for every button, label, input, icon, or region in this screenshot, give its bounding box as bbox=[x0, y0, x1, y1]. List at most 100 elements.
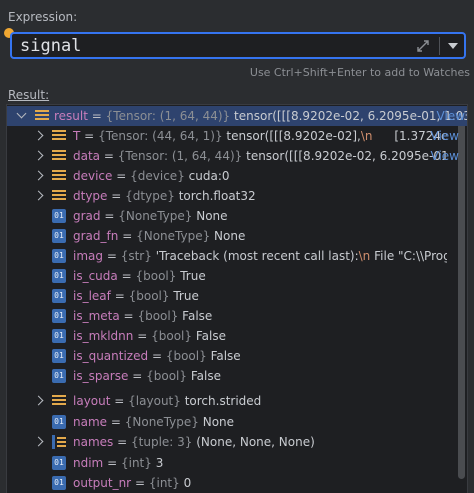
list-icon bbox=[52, 395, 66, 409]
tree-row-names[interactable]: names = {tuple: 3} (None, None, None) bbox=[7, 432, 447, 452]
var-value: torch.float32 bbox=[178, 189, 256, 203]
list-icon bbox=[35, 110, 49, 124]
var-value: True bbox=[173, 289, 199, 303]
equals: = bbox=[116, 169, 127, 183]
var-value: tensor([[[8.9202e-02, 6.2095e-01, 1.0333… bbox=[234, 109, 467, 123]
tree-row-device[interactable]: device = {device} cuda:0 bbox=[7, 166, 447, 186]
dropdown-separator bbox=[439, 37, 440, 55]
chevron-right-icon[interactable] bbox=[33, 436, 44, 447]
equals: = bbox=[151, 349, 162, 363]
tree-row-grad-fn[interactable]: 01 grad_fn = {NoneType} None bbox=[7, 226, 447, 246]
var-name: dtype bbox=[73, 189, 108, 203]
var-type: {NoneType} bbox=[118, 209, 193, 223]
var-type: {layout} bbox=[128, 394, 181, 408]
chevron-right-icon[interactable] bbox=[33, 170, 44, 181]
var-value: True bbox=[180, 269, 206, 283]
watches-hint: Use Ctrl+Shift+Enter to add to Watches bbox=[249, 66, 470, 79]
list-icon bbox=[52, 150, 66, 164]
tree-row-dtype[interactable]: dtype = {dtype} torch.float32 bbox=[7, 186, 447, 206]
equals: = bbox=[107, 456, 118, 470]
tree-row-is-sparse[interactable]: 01 is_sparse = {bool} False bbox=[7, 366, 447, 386]
var-type: {Tensor: (44, 64, 1)} bbox=[98, 129, 223, 143]
equals: = bbox=[104, 209, 115, 223]
primitive-01-icon: 01 bbox=[52, 249, 66, 263]
tree-row-T[interactable]: T = {Tensor: (44, 64, 1)} tensor([[[8.92… bbox=[7, 126, 447, 146]
view-link[interactable]: View bbox=[437, 106, 465, 126]
equals: = bbox=[91, 109, 102, 123]
primitive-01-icon: 01 bbox=[52, 456, 66, 470]
chevron-down-icon[interactable] bbox=[16, 108, 27, 119]
var-type: {NoneType} bbox=[124, 415, 199, 429]
var-value: 0 bbox=[183, 476, 192, 490]
var-value: tensor([[[8.9202e-02, 6.2095e-01, 1.0333 bbox=[246, 149, 447, 163]
tree-row-is-leaf[interactable]: 01 is_leaf = {bool} True bbox=[7, 286, 447, 306]
expand-icon[interactable] bbox=[416, 39, 430, 53]
primitive-01-icon: 01 bbox=[52, 415, 66, 429]
var-name: data bbox=[73, 149, 101, 163]
var-value: tensor([[[8.9202e-02], bbox=[226, 129, 361, 143]
equals: = bbox=[132, 369, 143, 383]
tree-row-ndim[interactable]: 01 ndim = {int} 3 bbox=[7, 453, 447, 473]
tree-row-data[interactable]: data = {Tensor: (1, 64, 44)} tensor([[[8… bbox=[7, 146, 447, 166]
var-name: names bbox=[73, 435, 114, 449]
primitive-01-icon: 01 bbox=[52, 229, 66, 243]
var-type: {dtype} bbox=[125, 189, 175, 203]
var-type: {int} bbox=[120, 456, 152, 470]
var-value-cont: File "C:\\Program... bbox=[374, 249, 447, 263]
equals: = bbox=[84, 129, 95, 143]
primitive-01-icon: 01 bbox=[52, 329, 66, 343]
tree-row-result[interactable]: result = {Tensor: (1, 64, 44)} tensor([[… bbox=[7, 106, 467, 126]
tree-row-is-meta[interactable]: 01 is_meta = {bool} False bbox=[7, 306, 447, 326]
chevron-right-icon[interactable] bbox=[33, 130, 44, 141]
var-type: {NoneType} bbox=[136, 229, 211, 243]
var-type: {bool} bbox=[146, 369, 188, 383]
tree-row-layout[interactable]: layout = {layout} torch.strided bbox=[7, 391, 447, 411]
var-value: None bbox=[196, 209, 228, 223]
var-name: is_leaf bbox=[73, 289, 111, 303]
var-name: result bbox=[54, 109, 88, 123]
tuple-icon bbox=[52, 435, 66, 449]
var-name: is_sparse bbox=[73, 369, 129, 383]
var-value: False bbox=[182, 309, 213, 323]
tree-row-imag[interactable]: 01 imag = {str} 'Traceback (most recent … bbox=[7, 246, 447, 266]
var-type: {device} bbox=[130, 169, 185, 183]
equals: = bbox=[110, 415, 121, 429]
var-type: {Tensor: (1, 64, 44)} bbox=[105, 109, 231, 123]
vertical-scrollbar[interactable] bbox=[458, 107, 465, 479]
tree-row-is-mkldnn[interactable]: 01 is_mkldnn = {bool} False bbox=[7, 326, 447, 346]
chevron-right-icon[interactable] bbox=[33, 190, 44, 201]
result-tree[interactable]: result = {Tensor: (1, 64, 44)} tensor([[… bbox=[6, 104, 468, 493]
equals: = bbox=[134, 476, 146, 490]
var-type: {bool} bbox=[128, 289, 170, 303]
tree-row-output-nr[interactable]: 01 output_nr = {int} 0 bbox=[7, 473, 447, 493]
chevron-right-icon[interactable] bbox=[33, 150, 44, 161]
list-icon bbox=[52, 170, 66, 184]
var-name: name bbox=[73, 415, 108, 429]
tree-row-is-cuda[interactable]: 01 is_cuda = {bool} True bbox=[7, 266, 447, 286]
equals: = bbox=[137, 329, 148, 343]
var-name: is_cuda bbox=[73, 269, 118, 283]
equals: = bbox=[122, 229, 133, 243]
var-value: torch.strided bbox=[184, 394, 262, 408]
var-name: T bbox=[73, 129, 81, 143]
var-value: cuda:0 bbox=[188, 169, 230, 183]
expression-text[interactable]: signal bbox=[20, 36, 81, 56]
var-name: ndim bbox=[73, 456, 104, 470]
view-link[interactable]: View bbox=[431, 126, 459, 146]
var-value: False bbox=[210, 349, 241, 363]
equals: = bbox=[106, 249, 117, 263]
var-value: None bbox=[214, 229, 246, 243]
chevron-right-icon[interactable] bbox=[33, 395, 44, 406]
expression-input[interactable]: signal bbox=[10, 32, 466, 59]
var-value: False bbox=[195, 329, 226, 343]
var-value: 3 bbox=[155, 456, 164, 470]
tree-row-is-quantized[interactable]: 01 is_quantized = {bool} False bbox=[7, 346, 447, 366]
view-link[interactable]: View bbox=[431, 146, 459, 166]
list-icon bbox=[52, 130, 66, 144]
var-type: {bool} bbox=[151, 329, 193, 343]
tree-row-grad[interactable]: 01 grad = {NoneType} None bbox=[7, 206, 447, 226]
tree-row-name[interactable]: 01 name = {NoneType} None bbox=[7, 412, 447, 432]
primitive-01-icon: 01 bbox=[52, 476, 66, 490]
escape-seq: \n bbox=[360, 129, 373, 143]
chevron-down-icon[interactable] bbox=[448, 43, 458, 49]
